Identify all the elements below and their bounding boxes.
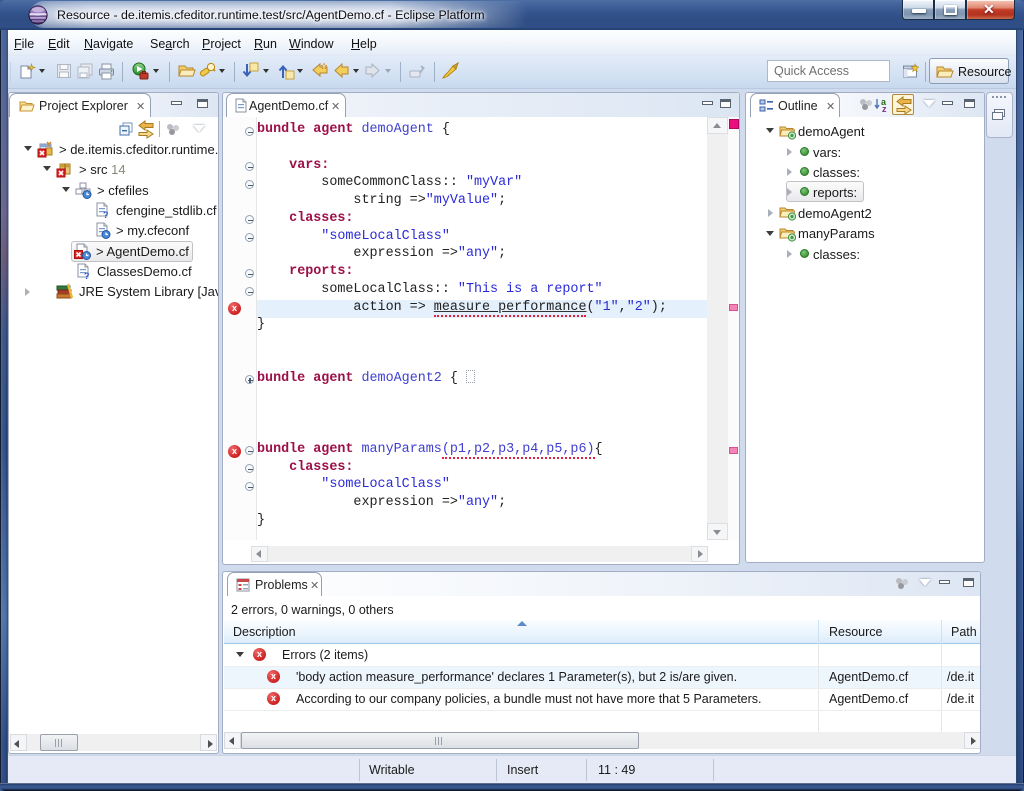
svg-text:z: z	[882, 104, 887, 113]
svg-text:?: ?	[84, 271, 90, 280]
svg-text:?: ?	[103, 210, 109, 219]
